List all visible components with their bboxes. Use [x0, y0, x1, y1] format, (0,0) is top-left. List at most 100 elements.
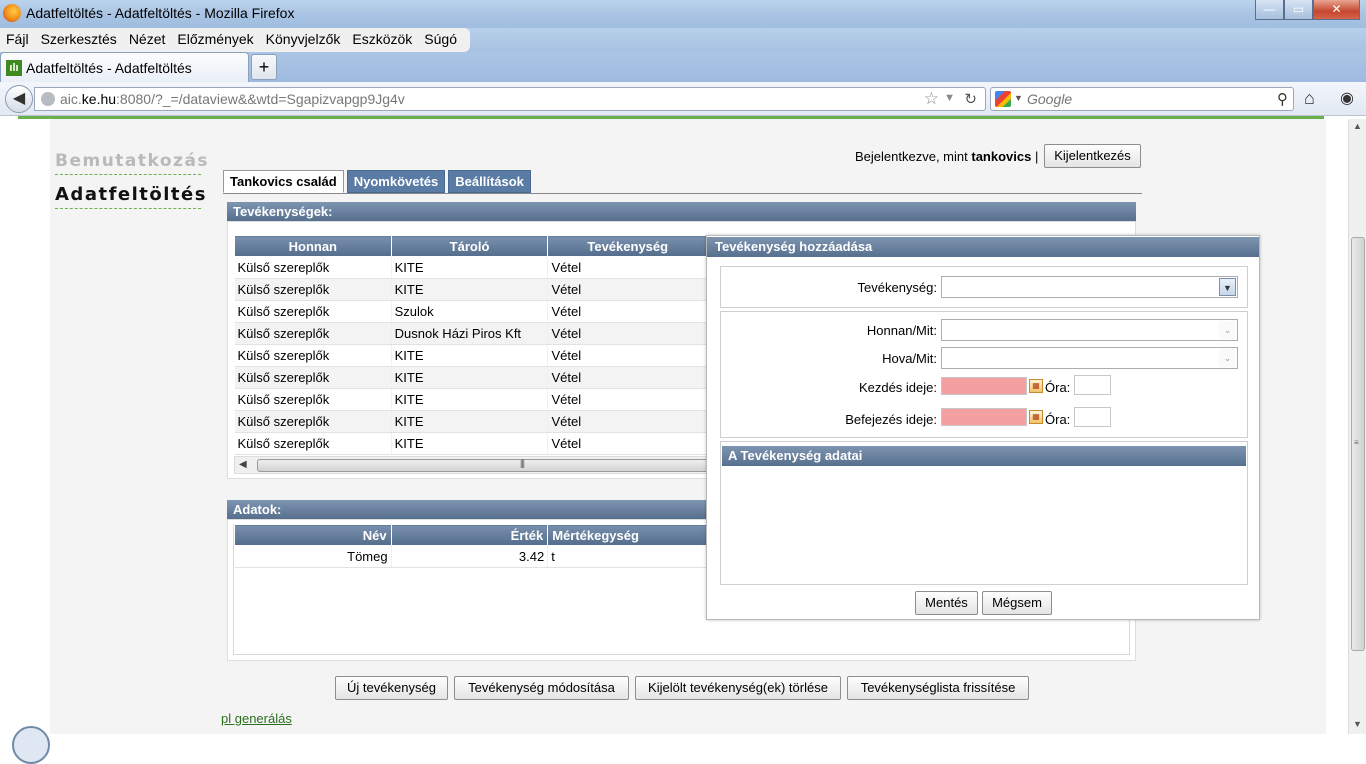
table-row[interactable]: Külső szereplők KITE Vétel	[234, 344, 708, 367]
end-date-input[interactable]	[941, 408, 1027, 426]
reload-icon[interactable]: ↻	[964, 90, 977, 108]
menubar: Fájl Szerkesztés Nézet Előzmények Könyvj…	[0, 28, 1366, 52]
page-tabs: Tankovics család Nyomkövetés Beállítások	[223, 170, 534, 194]
tab-settings[interactable]: Beállítások	[448, 170, 531, 193]
table-row[interactable]: Külső szereplők KITE Vétel	[234, 388, 708, 411]
start-orb-icon[interactable]	[12, 726, 50, 764]
table-row[interactable]: Külső szereplők KITE Vétel	[234, 278, 708, 301]
scroll-left-icon[interactable]: ◀	[239, 459, 247, 470]
table-cell: Külső szereplők	[234, 300, 392, 323]
table-cell: KITE	[391, 410, 549, 433]
generate-link[interactable]: pl generálás	[221, 711, 292, 726]
cancel-button[interactable]: Mégsem	[982, 591, 1052, 615]
table-row[interactable]: Tömeg 3.42 t	[234, 545, 708, 568]
column-header-from[interactable]: Honnan	[234, 235, 392, 257]
menu-bookmarks[interactable]: Könyvjelzők	[260, 28, 347, 52]
start-hour-label: Óra:	[1045, 380, 1071, 395]
tab-tracking[interactable]: Nyomkövetés	[346, 170, 446, 193]
table-cell: Külső szereplők	[234, 278, 392, 301]
maximize-button[interactable]: ▭	[1284, 0, 1313, 20]
menu-help[interactable]: Súgó	[418, 28, 463, 52]
chevron-down-icon[interactable]: ⌄	[1219, 349, 1236, 367]
window-titlebar: Adatfeltöltés - Adatfeltöltés - Mozilla …	[0, 0, 1366, 28]
to-label: Hova/Mit:	[882, 351, 937, 366]
site-identity-icon[interactable]	[41, 92, 55, 106]
google-engine-icon[interactable]	[995, 91, 1011, 107]
menu-tools[interactable]: Eszközök	[346, 28, 418, 52]
column-header-storage[interactable]: Tároló	[390, 235, 549, 257]
table-cell: Vétel	[547, 366, 708, 389]
table-cell: Külső szereplők	[234, 432, 392, 455]
addon-eye-icon[interactable]: ◉	[1340, 88, 1354, 108]
chevron-down-icon[interactable]: ⌄	[1219, 321, 1236, 339]
search-placeholder: Google	[1027, 91, 1073, 107]
url-dropdown-icon[interactable]: ▼	[944, 92, 955, 104]
address-bar[interactable]: aic.ke.hu:8080/?_=/dataview&&wtd=Sgapizv…	[34, 87, 986, 111]
delete-selected-button[interactable]: Kijelölt tevékenység(ek) törlése	[635, 676, 841, 700]
column-header-unit[interactable]: Mértékegység	[547, 524, 708, 546]
start-date-input[interactable]	[941, 377, 1027, 395]
login-status: Bejelentkezve, mint tankovics |	[855, 149, 1039, 164]
new-activity-button[interactable]: Új tevékenység	[335, 676, 448, 700]
chevron-down-icon[interactable]: ▼	[1219, 278, 1236, 296]
activity-params-box: Honnan/Mit: ⌄ Hova/Mit: ⌄ Kezdés ideje: …	[720, 311, 1248, 438]
end-hour-label: Óra:	[1045, 412, 1071, 427]
new-tab-button[interactable]: +	[251, 54, 277, 80]
address-url[interactable]: aic.ke.hu:8080/?_=/dataview&&wtd=Sgapizv…	[60, 91, 405, 107]
from-label: Honnan/Mit:	[866, 323, 937, 338]
menu-file[interactable]: Fájl	[0, 28, 35, 52]
refresh-list-button[interactable]: Tevékenységlista frissítése	[847, 676, 1029, 700]
table-cell: Szulok	[391, 300, 549, 323]
horizontal-scrollbar[interactable]: ◀ |||	[234, 456, 717, 474]
activities-table: Honnan Tároló Tevékenység Külső szereplő…	[234, 235, 708, 455]
scroll-up-icon[interactable]: ▲	[1353, 121, 1362, 131]
to-select[interactable]: ⌄	[941, 347, 1238, 369]
logout-button[interactable]: Kijelentkezés	[1044, 144, 1141, 168]
table-cell: Vétel	[547, 300, 708, 323]
search-icon[interactable]: ⚲	[1277, 90, 1288, 108]
home-icon[interactable]: ⌂	[1304, 88, 1315, 109]
close-button[interactable]: ✕	[1313, 0, 1360, 20]
data-table: Név Érték Mértékegység Tömeg 3.42 t	[234, 524, 708, 568]
column-header-name[interactable]: Név	[234, 524, 392, 546]
end-time-label: Befejezés ideje:	[845, 412, 937, 427]
end-hour-input[interactable]	[1074, 407, 1111, 427]
dialog-title: Tevékenység hozzáadása	[707, 237, 1259, 257]
table-cell: KITE	[391, 432, 549, 455]
table-row[interactable]: Külső szereplők KITE Vétel	[234, 256, 708, 279]
table-row[interactable]: Külső szereplők KITE Vétel	[234, 366, 708, 389]
table-row[interactable]: Külső szereplők Dusnok Házi Piros Kft Véte…	[234, 322, 708, 345]
table-row[interactable]: Külső szereplők KITE Vétel	[234, 432, 708, 455]
minimize-button[interactable]: —	[1255, 0, 1284, 20]
browser-tab[interactable]: ılı Adatfeltöltés - Adatfeltöltés	[0, 52, 249, 82]
column-header-activity[interactable]: Tevékenység	[547, 235, 708, 257]
table-cell: KITE	[391, 278, 549, 301]
sidenav-item-upload[interactable]: Adatfeltöltés	[55, 184, 205, 209]
calendar-icon[interactable]: ▦	[1029, 379, 1043, 393]
modify-activity-button[interactable]: Tevékenység módosítása	[454, 676, 629, 700]
start-time-label: Kezdés ideje:	[858, 380, 937, 395]
menu-view[interactable]: Nézet	[123, 28, 172, 52]
back-button[interactable]: ◀	[5, 85, 33, 113]
start-hour-input[interactable]	[1074, 375, 1111, 395]
vertical-scrollbar[interactable]: ▲ ≡ ▼	[1348, 119, 1366, 734]
table-row[interactable]: Külső szereplők Szulok Vétel	[234, 300, 708, 323]
column-header-value[interactable]: Érték	[390, 524, 549, 546]
site-favicon-icon: ılı	[6, 60, 22, 76]
from-select[interactable]: ⌄	[941, 319, 1238, 341]
table-row[interactable]: Külső szereplők KITE Vétel	[234, 410, 708, 433]
horizontal-scroll-thumb[interactable]	[257, 459, 717, 472]
menu-history[interactable]: Előzmények	[171, 28, 259, 52]
sidenav-item-intro[interactable]: Bemutatkozás	[55, 151, 208, 175]
engine-dropdown-icon[interactable]: ▼	[1014, 93, 1023, 103]
scroll-down-icon[interactable]: ▼	[1353, 719, 1362, 729]
activity-select[interactable]: ▼	[941, 276, 1238, 298]
calendar-icon[interactable]: ▦	[1029, 410, 1043, 424]
search-bar[interactable]: ▼ Google ⚲	[990, 87, 1294, 111]
browser-tabbar: ılı Adatfeltöltés - Adatfeltöltés +	[0, 52, 1366, 82]
menu-edit[interactable]: Szerkesztés	[35, 28, 123, 52]
activity-type-box: Tevékenység: ▼	[720, 266, 1248, 308]
tab-family[interactable]: Tankovics család	[223, 170, 344, 193]
bookmark-star-icon[interactable]: ☆	[924, 89, 939, 109]
save-button[interactable]: Mentés	[915, 591, 978, 615]
